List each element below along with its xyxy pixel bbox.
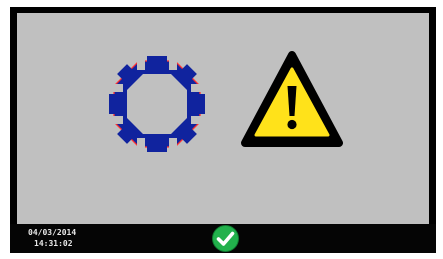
datetime-display: 04/03/2014 14:31:02 [28,227,76,249]
main-display-area [17,13,429,224]
check-icon [212,225,239,252]
date-label: 04/03/2014 [28,228,77,237]
time-label: 14:31:02 [34,239,73,248]
display-background [17,13,429,224]
status-bar: 04/03/2014 14:31:02 [10,224,436,253]
device-screen: 04/03/2014 14:31:02 [10,7,436,253]
display-canvas [17,13,429,224]
confirm-button[interactable] [212,225,239,252]
